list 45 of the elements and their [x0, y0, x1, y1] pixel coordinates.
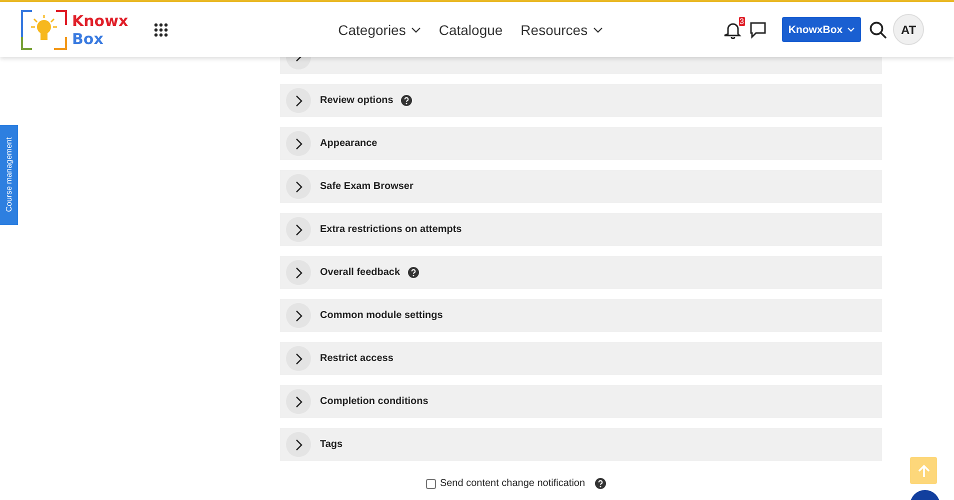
checkbox[interactable]	[426, 478, 436, 488]
section-title: Restrict access	[320, 353, 394, 364]
logo-text: Knowx	[72, 12, 128, 30]
app-grid-icon[interactable]	[154, 22, 168, 36]
chevron-button[interactable]	[286, 260, 311, 285]
chevron-button[interactable]	[286, 88, 311, 113]
search-icon[interactable]	[869, 20, 887, 38]
section-header[interactable]: Restrict access	[280, 342, 882, 375]
checkbox-label: Send content change notification	[440, 478, 586, 489]
notification-badge: 3	[738, 16, 745, 26]
arrow-up-icon	[916, 464, 930, 478]
chevron-button[interactable]	[286, 346, 311, 371]
chevron-button[interactable]	[286, 389, 311, 414]
section-header[interactable]: Review options	[280, 84, 882, 117]
section-title: Review options	[320, 95, 394, 106]
lightbulb-logo-icon	[20, 8, 68, 50]
chevron-button[interactable]	[286, 432, 311, 457]
section-header[interactable]: Appearance	[280, 127, 882, 160]
section-header[interactable]: Overall feedback	[280, 256, 882, 289]
section-header[interactable]: Extra restrictions on attempts	[280, 213, 882, 246]
nav-link[interactable]: Resources	[520, 22, 603, 38]
section-title: Safe Exam Browser	[320, 181, 414, 192]
nav-link[interactable]: Categories	[338, 22, 421, 38]
section-title: Completion conditions	[320, 396, 428, 407]
notification-button[interactable]: 3	[724, 20, 742, 38]
chevron-button[interactable]	[286, 217, 311, 242]
chevron-button[interactable]	[286, 131, 311, 156]
section-title: Tags	[320, 439, 343, 450]
nav-link[interactable]: Catalogue	[438, 22, 503, 38]
section-header[interactable]: Tags	[280, 428, 882, 461]
section-title: Overall feedback	[320, 267, 400, 278]
caret-icon	[846, 27, 855, 32]
section-header[interactable]: Completion conditions	[280, 385, 882, 418]
logo-text: Box	[72, 30, 104, 48]
account-button[interactable]: KnowxBox	[782, 17, 861, 42]
section-header[interactable]: Safe Exam Browser	[280, 170, 882, 203]
section-header[interactable]: Common module settings	[280, 299, 882, 332]
chevron-button[interactable]	[286, 174, 311, 199]
section-title: Common module settings	[320, 310, 443, 321]
section-title: Appearance	[320, 138, 378, 149]
chat-bubble-icon[interactable]	[749, 20, 767, 38]
course-management-tab[interactable]: Course management	[0, 125, 18, 225]
section-title: Extra restrictions on attempts	[320, 224, 462, 235]
chevron-button[interactable]	[286, 303, 311, 328]
user-avatar[interactable]: AT	[893, 14, 924, 45]
